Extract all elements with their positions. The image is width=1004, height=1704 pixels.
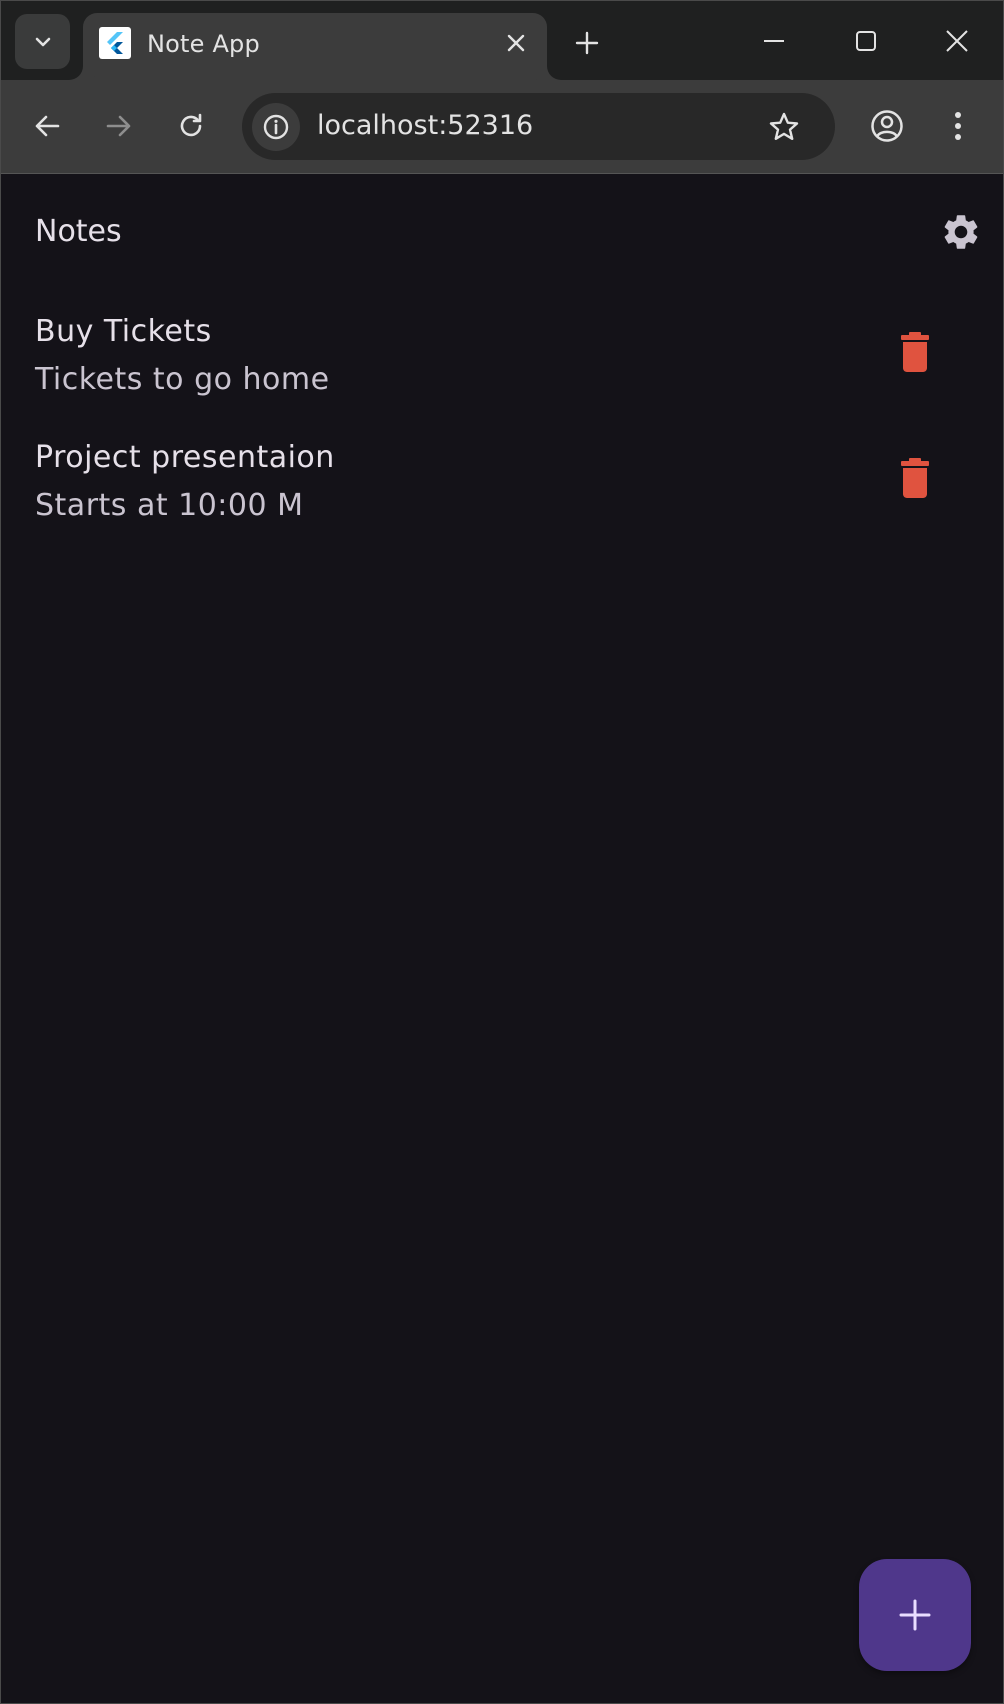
trash-icon [901, 458, 929, 498]
reload-button[interactable] [167, 102, 215, 150]
minimize-button[interactable] [749, 19, 799, 63]
add-note-button[interactable] [859, 1559, 971, 1671]
forward-button[interactable] [95, 102, 143, 150]
minimize-icon [764, 40, 784, 42]
delete-note-button[interactable] [891, 454, 939, 502]
arrow-left-icon [35, 115, 60, 137]
account-icon [871, 110, 903, 142]
maximize-icon [856, 31, 876, 51]
bookmark-button[interactable] [764, 107, 804, 147]
arrow-right-icon [106, 115, 131, 137]
flutter-icon [99, 27, 131, 59]
gear-icon [944, 215, 978, 249]
note-body: Starts at 10:00 M [35, 488, 304, 523]
note-title: Buy Tickets [35, 314, 212, 349]
menu-button[interactable] [934, 102, 982, 150]
note-item[interactable]: Buy Tickets Tickets to go home [1, 304, 1003, 424]
settings-button[interactable] [937, 208, 985, 256]
note-title: Project presentaion [35, 440, 335, 475]
page-title: Notes [35, 214, 122, 249]
tab-close-button[interactable] [501, 28, 531, 58]
close-icon [946, 30, 968, 52]
tab-strip: Note App [1, 1, 1003, 80]
back-button[interactable] [23, 102, 71, 150]
new-tab-button[interactable] [567, 23, 607, 63]
delete-note-button[interactable] [891, 328, 939, 376]
tab-search-button[interactable] [15, 14, 70, 69]
plus-icon [575, 31, 599, 55]
maximize-button[interactable] [841, 19, 891, 63]
note-body: Tickets to go home [35, 362, 330, 397]
close-icon [507, 34, 525, 52]
url-text[interactable]: localhost:52316 [317, 110, 533, 141]
trash-icon [901, 332, 929, 372]
note-item[interactable]: Project presentaion Starts at 10:00 M [1, 430, 1003, 550]
star-icon [769, 112, 799, 140]
plus-icon [899, 1599, 931, 1631]
browser-toolbar: localhost:52316 [1, 80, 1003, 174]
chevron-down-icon [35, 37, 50, 46]
browser-window: Note App localhost:52316 Notes Buy Ticke… [1, 1, 1003, 1703]
reload-icon [180, 113, 202, 137]
site-info-button[interactable] [252, 103, 300, 151]
address-bar[interactable]: localhost:52316 [242, 93, 835, 160]
info-icon [263, 114, 289, 140]
more-vertical-icon [955, 112, 961, 140]
browser-tab[interactable]: Note App [83, 13, 547, 80]
tab-title: Note App [147, 30, 260, 58]
close-window-button[interactable] [932, 19, 982, 63]
notes-app: Notes Buy Tickets Tickets to go home Pro… [1, 174, 1003, 1703]
profile-button[interactable] [863, 102, 911, 150]
